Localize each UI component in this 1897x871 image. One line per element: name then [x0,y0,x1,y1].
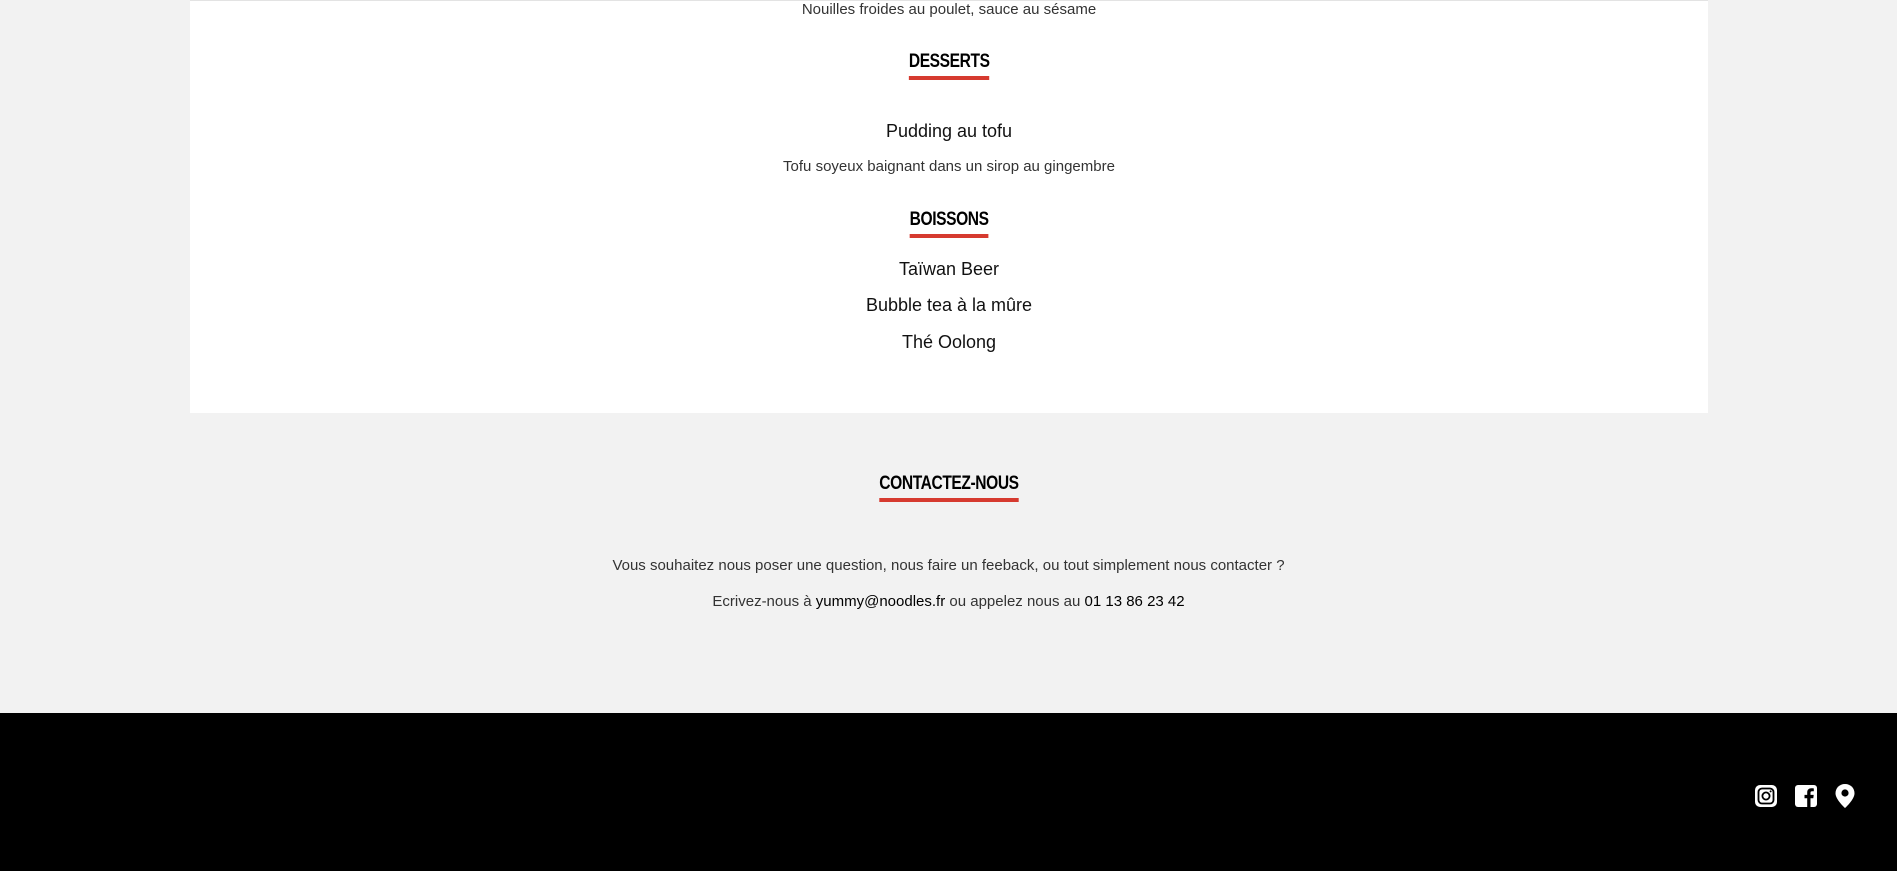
desserts-section-header: DESSERTS [190,51,1708,80]
boissons-section-header: BOISSONS [190,209,1708,238]
dish-name: Pudding au tofu [885,121,1013,141]
drink-name: Taïwan Beer [898,259,1000,279]
contact-phone-link[interactable]: 01 13 86 23 42 [1085,593,1185,610]
map-pin-icon[interactable] [1832,783,1858,809]
drink-name: Bubble tea à la mûre [865,295,1033,315]
instagram-icon[interactable] [1753,783,1779,809]
contact-heading: CONTACTEZ-NOUS [878,473,1019,502]
drink-name: Thé Oolong [901,332,997,352]
contact-prefix: Ecrivez-nous à [712,593,812,610]
boissons-heading: BOISSONS [909,209,989,238]
facebook-icon[interactable] [1793,783,1819,809]
dish-description: Tofu soyeux baignant dans un sirop au gi… [783,158,1115,175]
dish-description: Nouilles froides au poulet, sauce au sés… [801,1,1097,18]
contact-middle: ou appelez nous au [949,593,1081,610]
contact-details: Ecrivez-nous à yummy@noodles.fr ou appel… [0,593,1897,610]
contact-email-link[interactable]: yummy@noodles.fr [816,593,945,610]
desserts-heading: DESSERTS [908,51,990,80]
contact-intro: Vous souhaitez nous poser une question, … [612,557,1285,574]
footer [0,713,1897,871]
menu-card: Nouilles froides au poulet, sauce au sés… [190,0,1708,413]
contact-section-header: CONTACTEZ-NOUS [0,473,1897,502]
